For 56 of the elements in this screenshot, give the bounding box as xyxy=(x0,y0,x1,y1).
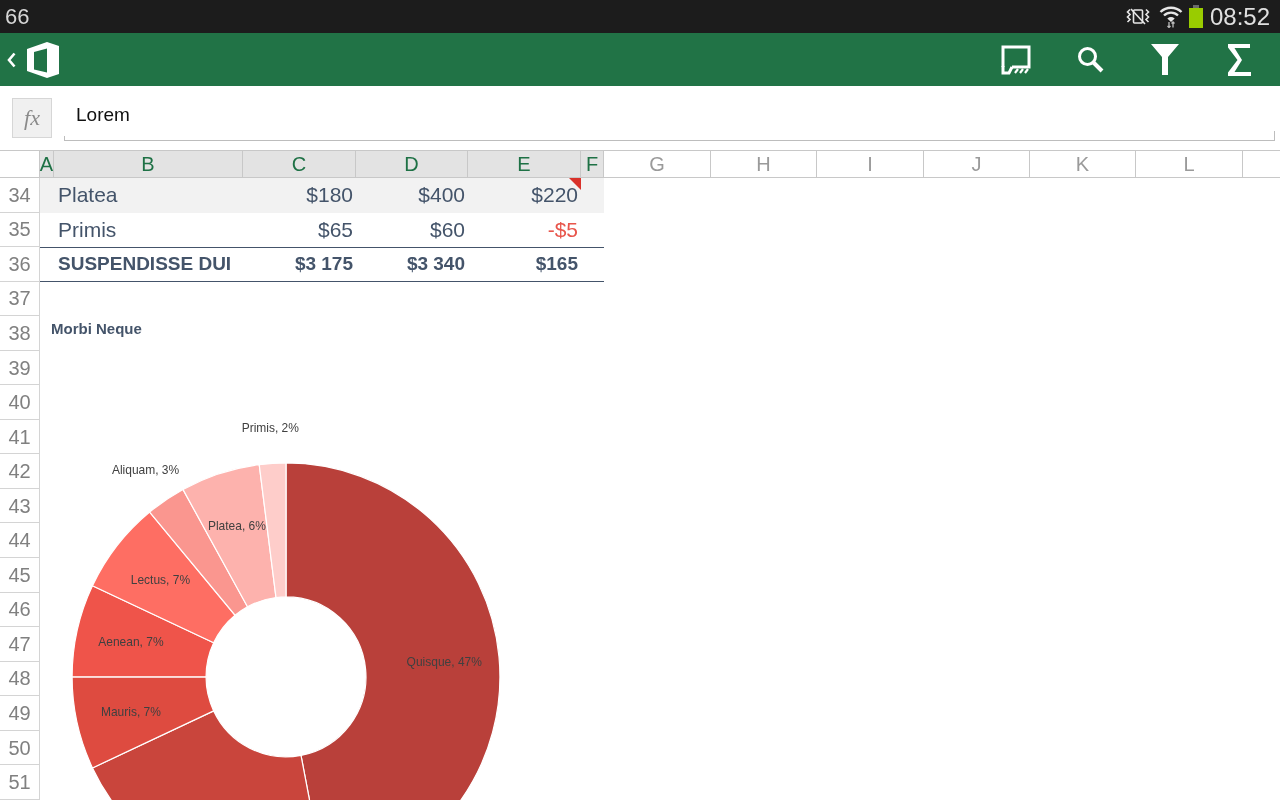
row-number[interactable]: 36 xyxy=(0,247,40,282)
search-icon xyxy=(1077,46,1105,73)
filter-icon xyxy=(1151,44,1180,75)
column-header[interactable]: E xyxy=(468,151,581,177)
column-header[interactable]: A xyxy=(40,151,54,177)
table-cell-text: $220 xyxy=(530,182,579,209)
column-header[interactable]: C xyxy=(243,151,356,177)
row-number[interactable]: 44 xyxy=(0,523,40,558)
chart-title: Morbi Neque xyxy=(51,320,143,339)
row-number[interactable]: 51 xyxy=(0,765,40,800)
table-cell-text: $400 xyxy=(417,182,466,209)
table-cell-text: $180 xyxy=(305,182,354,209)
column-header[interactable]: D xyxy=(356,151,468,177)
row-number[interactable]: 43 xyxy=(0,488,40,524)
wifi-icon xyxy=(1158,5,1183,28)
row-number[interactable]: 41 xyxy=(0,419,40,455)
data-label: Aenean, 7% xyxy=(98,635,164,650)
note-icon xyxy=(1000,43,1033,76)
row-number[interactable]: 35 xyxy=(0,212,40,248)
row-number[interactable]: 37 xyxy=(0,281,40,317)
row-number[interactable]: 39 xyxy=(0,350,40,386)
row-number[interactable]: 42 xyxy=(0,454,40,489)
sigma-icon xyxy=(1228,43,1252,76)
row-number[interactable]: 40 xyxy=(0,385,40,420)
row-number[interactable]: 46 xyxy=(0,592,40,628)
battery-icon xyxy=(1187,5,1204,28)
column-header[interactable]: B xyxy=(54,151,243,177)
table-cell-text: -$5 xyxy=(546,216,579,243)
table-cell-text: $165 xyxy=(534,252,579,277)
column-header[interactable]: F xyxy=(581,151,604,177)
back-icon xyxy=(6,51,16,68)
data-label: Quisque, 47% xyxy=(406,655,482,670)
app-logo-icon xyxy=(27,41,59,78)
table-cell-text: Primis xyxy=(57,216,118,243)
function-button[interactable]: fx xyxy=(12,98,52,138)
row-number[interactable]: 45 xyxy=(0,558,40,593)
row-number[interactable]: 47 xyxy=(0,627,40,662)
table-cell-text: Platea xyxy=(57,182,119,209)
data-label: Aliquam, 3% xyxy=(111,463,180,478)
row-number[interactable]: 38 xyxy=(0,316,40,351)
table-cell-text: $60 xyxy=(428,216,466,243)
formula-input[interactable]: Lorem xyxy=(64,92,1275,141)
table-cell-text: $3 175 xyxy=(293,252,354,277)
row-number[interactable]: 50 xyxy=(0,730,40,766)
data-label: Mauris, 7% xyxy=(100,704,161,719)
data-label: Lectus, 7% xyxy=(130,572,191,587)
row-number[interactable]: 49 xyxy=(0,696,40,731)
table-cell-text: $65 xyxy=(316,216,354,243)
table-cell-text: SUSPENDISSE DUI xyxy=(57,252,233,277)
status-number: 66 xyxy=(5,5,30,28)
table-cell-text: $3 340 xyxy=(405,252,466,277)
row-number[interactable]: 48 xyxy=(0,661,40,697)
data-label: Primis, 2% xyxy=(241,420,299,435)
data-label: Platea, 6% xyxy=(207,519,266,534)
vibrate-icon xyxy=(1124,8,1151,25)
clock-time: 08:52 xyxy=(1209,4,1270,29)
